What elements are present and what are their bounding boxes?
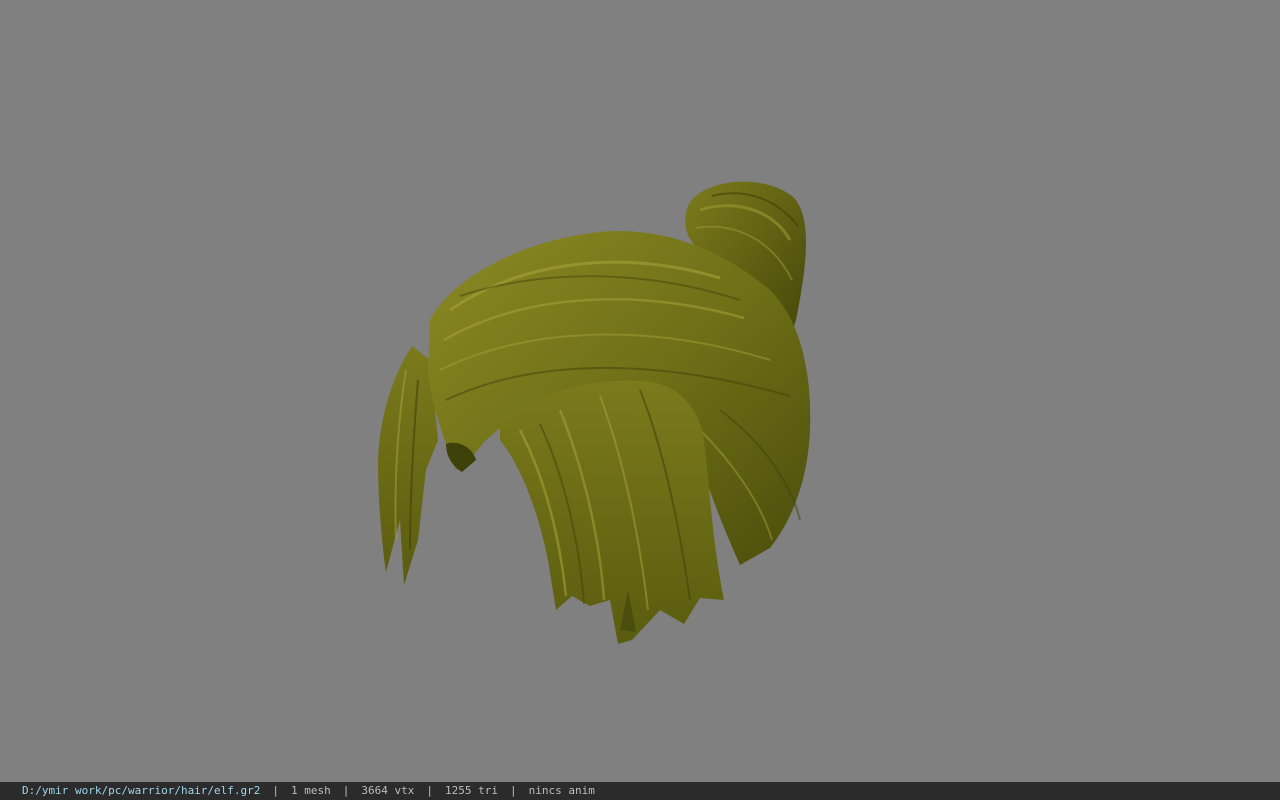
file-path-label: D:/ymir work/pc/warrior/hair/elf.gr2 xyxy=(22,784,261,797)
status-separator: | xyxy=(272,784,280,797)
status-separator: | xyxy=(510,784,517,797)
hair-model-render[interactable] xyxy=(0,0,1280,782)
triangle-count-label: 1255 tri xyxy=(445,784,499,797)
status-bar: D:/ymir work/pc/warrior/hair/elf.gr2 | 1 m… xyxy=(0,782,1280,800)
hair-side-lock-left xyxy=(378,346,438,585)
status-separator: | xyxy=(342,784,350,797)
animation-status-label: nincs anim xyxy=(528,784,595,797)
hair-front-bangs xyxy=(500,380,724,644)
mesh-count-label: 1 mesh xyxy=(291,784,331,797)
3d-viewport[interactable] xyxy=(0,0,1280,782)
vertex-count-label: 3664 vtx xyxy=(361,784,415,797)
status-separator: | xyxy=(426,784,434,797)
